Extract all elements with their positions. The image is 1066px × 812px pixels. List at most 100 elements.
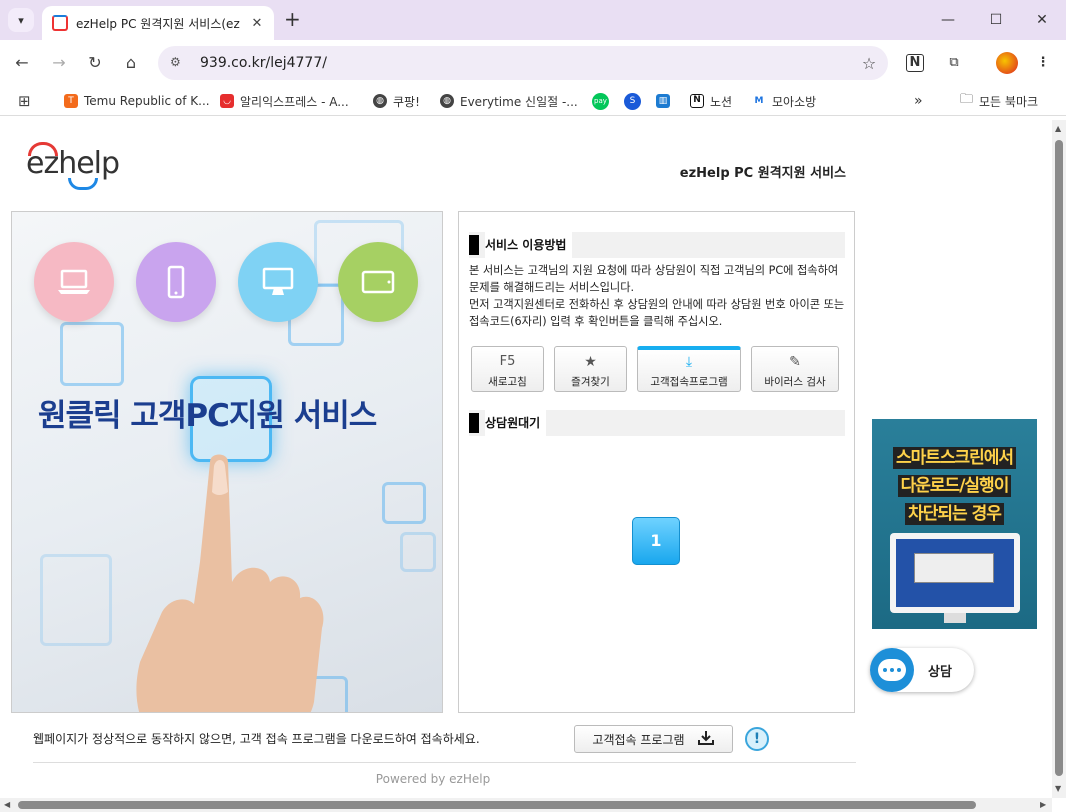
bookmark-naverpay[interactable]: pay xyxy=(592,92,615,110)
decor-square xyxy=(382,482,426,524)
scroll-down-icon[interactable]: ▼ xyxy=(1055,784,1061,793)
smartscreen-banner[interactable]: 스마트스크린에서 다운로드/실행이 차단되는 경우 xyxy=(872,419,1037,629)
smartphone-icon xyxy=(136,242,216,322)
tab-search-button[interactable]: ▾ xyxy=(8,8,34,32)
hero-image: 원클릭 고객PC지원 서비스 xyxy=(11,211,443,713)
virus-scan-button[interactable]: ✎ 바이러스 검사 xyxy=(751,346,839,392)
bookmark-everytime[interactable]: ◍ Everytime 신일절 -... xyxy=(440,92,578,110)
bookmark-star-icon[interactable]: ☆ xyxy=(856,54,882,73)
bookmark-moasobang[interactable]: M 모아소방 xyxy=(752,92,816,110)
tab-bar: ▾ ezHelp PC 원격지원 서비스(ez ✕ + — ☐ ✕ xyxy=(0,0,1066,40)
section-marker xyxy=(469,413,479,433)
globe-icon: ◍ xyxy=(373,94,387,108)
chat-bubble-icon xyxy=(870,648,914,692)
all-bookmarks-label: 모든 북마크 xyxy=(979,94,1039,109)
bookmark-label: Everytime 신일절 -... xyxy=(460,94,578,109)
monitor-stand xyxy=(944,613,966,623)
profile-avatar[interactable] xyxy=(996,52,1018,74)
more-bookmarks-chevron-icon[interactable]: » xyxy=(914,92,923,110)
npay-icon: pay xyxy=(592,92,609,110)
favorites-button[interactable]: ★ 즐겨찾기 xyxy=(554,346,627,392)
page-title: ezHelp PC 원격지원 서비스 xyxy=(679,166,846,181)
vertical-scroll-thumb[interactable] xyxy=(1055,140,1063,776)
download-icon: ⤓ xyxy=(685,354,693,370)
chevron-down-icon: ▾ xyxy=(18,13,24,27)
download-tray-icon xyxy=(697,730,715,749)
bookmark-label: Temu Republic of K... xyxy=(84,94,210,108)
bookmark-s[interactable]: S xyxy=(624,92,647,110)
s-logo-icon: S xyxy=(624,92,641,110)
folder-icon: 🗀 xyxy=(960,92,974,107)
favorites-label: 즐겨찾기 xyxy=(571,376,610,388)
banner-line-2: 다운로드/실행이 xyxy=(872,471,1037,497)
customer-program-button[interactable]: ⤓ 고객접속프로그램 xyxy=(637,346,741,392)
star-icon: ★ xyxy=(584,354,597,370)
home-button[interactable]: ⌂ xyxy=(119,51,143,75)
decor-square xyxy=(60,322,124,386)
syringe-icon: ✎ xyxy=(789,354,801,370)
info-icon[interactable]: ! xyxy=(745,727,769,751)
active-tab[interactable]: ezHelp PC 원격지원 서비스(ez ✕ xyxy=(42,6,274,40)
extensions-puzzle-icon[interactable]: ⧉ xyxy=(943,52,965,74)
logo-arc-blue xyxy=(68,178,98,190)
bookmark-aliexpress[interactable]: ◡ 알리익스프레스 - A... xyxy=(220,92,349,110)
monitor-illustration xyxy=(890,533,1020,613)
bookmark-label: 노션 xyxy=(710,94,733,109)
moasobang-icon: M xyxy=(752,94,766,108)
horizontal-scrollbar[interactable]: ◀ ▶ xyxy=(0,798,1052,812)
scroll-up-icon[interactable]: ▲ xyxy=(1055,124,1061,133)
scroll-left-icon[interactable]: ◀ xyxy=(4,800,10,809)
window-close-button[interactable]: ✕ xyxy=(1022,8,1062,32)
minimize-button[interactable]: — xyxy=(928,8,968,32)
monitor-icon xyxy=(238,242,318,322)
banner-line-1-text: 스마트스크린에서 xyxy=(892,447,1017,469)
horizontal-scroll-thumb[interactable] xyxy=(18,801,976,809)
new-tab-button[interactable]: + xyxy=(284,9,301,29)
forward-button[interactable]: → xyxy=(47,51,71,75)
bookmark-temu[interactable]: T Temu Republic of K... xyxy=(64,92,210,110)
back-button[interactable]: ← xyxy=(10,51,34,75)
bookmark-notion[interactable]: N 노션 xyxy=(690,92,732,110)
bookmark-blue[interactable]: ▥ xyxy=(656,92,676,110)
counselor-number-button[interactable]: 1 xyxy=(632,517,680,565)
service-panel: 서비스 이용방법 본 서비스는 고객님의 지원 요청에 따라 상담원이 직접 고… xyxy=(458,211,855,713)
vertical-scrollbar[interactable]: ▲ ▼ xyxy=(1052,120,1066,798)
scroll-right-icon[interactable]: ▶ xyxy=(1040,800,1046,809)
decor-square xyxy=(40,554,112,646)
powered-by: Powered by ezHelp xyxy=(375,772,491,786)
ezhelp-logo[interactable]: ezhelp xyxy=(26,146,120,181)
download-program-button[interactable]: 고객접속 프로그램 xyxy=(574,725,733,753)
refresh-button[interactable]: F5 새로고침 xyxy=(471,346,544,392)
decor-square xyxy=(400,532,436,572)
bookmark-label: 알리익스프레스 - A... xyxy=(240,94,349,109)
site-settings-icon[interactable]: ⚙ xyxy=(170,55,186,71)
banner-line-3-text: 차단되는 경우 xyxy=(905,503,1004,525)
consult-chat-button[interactable]: 상담 xyxy=(870,648,974,692)
browser-toolbar: ← → ↻ ⌂ ⚙ 939.co.kr/lej4777/ ☆ N ⧉ ⋮ xyxy=(0,40,1066,86)
usage-section-header: 서비스 이용방법 xyxy=(469,232,845,258)
apps-grid-icon[interactable]: ⊞ xyxy=(18,92,31,110)
more-menu-icon[interactable]: ⋮ xyxy=(1032,52,1054,74)
maximize-button[interactable]: ☐ xyxy=(976,8,1016,32)
waiting-section-header: 상담원대기 xyxy=(469,410,845,436)
fallback-note: 웹페이지가 정상적으로 동작하지 않으면, 고객 접속 프로그램을 다운로드하여… xyxy=(33,732,480,746)
close-icon[interactable]: ✕ xyxy=(248,16,266,31)
banner-line-3: 차단되는 경우 xyxy=(872,499,1037,525)
bookmark-coupang[interactable]: ◍ 쿠팡! xyxy=(373,92,420,110)
tab-title: ezHelp PC 원격지원 서비스(ez xyxy=(76,16,240,31)
monitor-screen xyxy=(896,539,1014,607)
address-bar[interactable]: ⚙ 939.co.kr/lej4777/ ☆ xyxy=(158,46,888,80)
temu-icon: T xyxy=(64,94,78,108)
all-bookmarks-folder[interactable]: 🗀 모든 북마크 xyxy=(960,92,1038,110)
waiting-section-title: 상담원대기 xyxy=(485,410,547,436)
customer-program-label: 고객접속프로그램 xyxy=(650,376,728,388)
virus-scan-label: 바이러스 검사 xyxy=(764,376,826,388)
ezhelp-favicon-icon xyxy=(52,15,68,31)
usage-desc-paragraph-1: 본 서비스는 고객님의 지원 요청에 따라 상담원이 직접 고객님의 PC에 접… xyxy=(469,264,839,294)
reload-button[interactable]: ↻ xyxy=(83,51,107,75)
page-content: ezhelp ezHelp PC 원격지원 서비스 원클릭 고객PC지원 서비스 xyxy=(0,120,1052,798)
download-program-label: 고객접속 프로그램 xyxy=(592,732,685,747)
bookmarks-bar: ⊞ T Temu Republic of K... ◡ 알리익스프레스 - A.… xyxy=(0,86,1066,116)
notion-extension-icon[interactable]: N xyxy=(906,54,924,72)
usage-desc-paragraph-2: 먼저 고객지원센터로 전화하신 후 상담원의 안내에 따라 상담원 번호 아이콘… xyxy=(469,298,845,328)
